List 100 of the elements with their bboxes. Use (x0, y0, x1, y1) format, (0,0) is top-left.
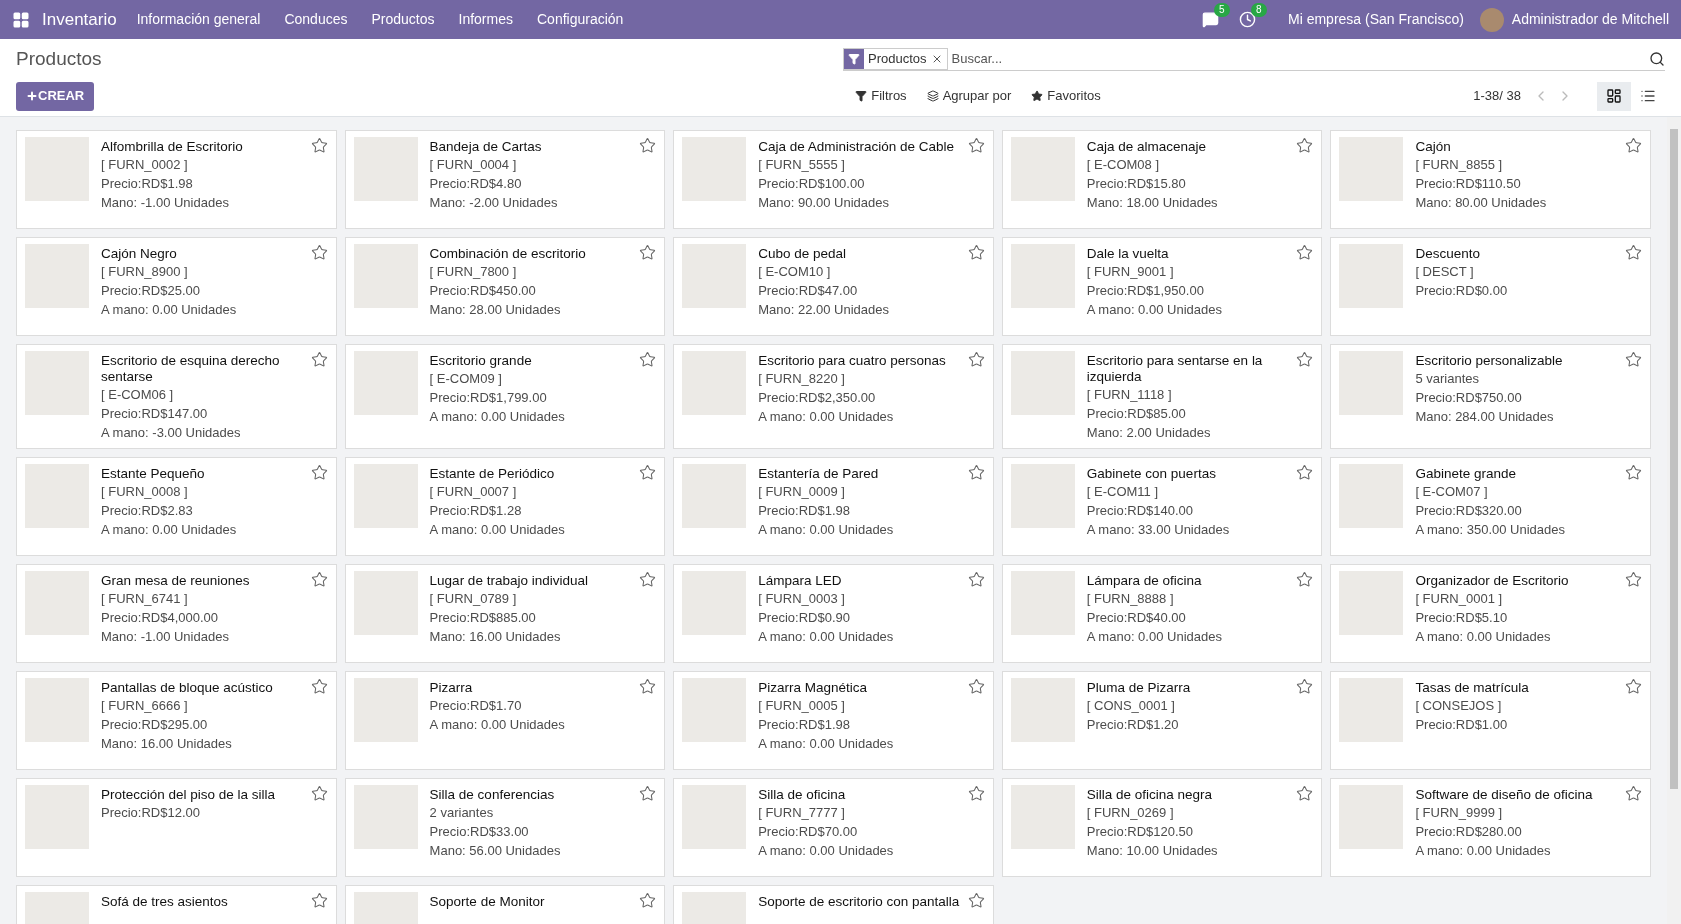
product-card[interactable]: Caja de Administración de Cable [ FURN_5555 ] Precio:RD$100.00 Mano: 90.00 Unidades (673, 130, 994, 229)
product-price: Precio:RD$2.83 (101, 502, 194, 520)
product-card[interactable]: Cubo de pedal [ E-COM10 ] Precio:RD$47.00 Mano: 22.00 Unidades (673, 237, 994, 336)
favorite-star-icon[interactable] (639, 678, 657, 695)
favorite-star-icon[interactable] (1625, 351, 1642, 368)
favorite-star-icon[interactable] (310, 244, 328, 261)
favorite-star-icon[interactable] (639, 351, 657, 368)
product-card[interactable]: Bandeja de Cartas [ FURN_0004 ] Precio:RD$4.80 Mano: -2.00 Unidades (344, 130, 666, 229)
favorite-star-icon[interactable] (1625, 244, 1642, 261)
group-by-button[interactable]: Agrupar por (926, 86, 1012, 106)
product-card[interactable]: Sofá de tres asientos (16, 885, 337, 924)
product-card[interactable]: Pantallas de bloque acústico [ FURN_6666 ] Precio:RD$295.00 Mano: 16.00 Unidades (16, 671, 337, 770)
product-card[interactable]: Estantería de Pared [ FURN_0009 ] Precio:RD$1.98 A mano: 0.00 Unidades (673, 457, 994, 556)
product-card[interactable]: Tasas de matrícula [ CONSEJOS ] Precio:RD$1.00 (1330, 671, 1651, 770)
favorite-star-icon[interactable] (967, 351, 985, 368)
scrollbar[interactable] (1667, 117, 1681, 924)
menu-item[interactable]: Información general (136, 9, 261, 30)
product-card[interactable]: Combinación de escritorio [ FURN_7800 ] Precio:RD$450.00 Mano: 28.00 Unidades (344, 237, 666, 336)
favorite-star-icon[interactable] (1296, 137, 1314, 154)
favorite-star-icon[interactable] (1296, 244, 1314, 261)
favorite-star-icon[interactable] (310, 464, 328, 481)
favorite-star-icon[interactable] (967, 571, 985, 588)
product-card[interactable]: Escritorio grande [ E-COM09 ] Precio:RD$1,799.00 A mano: 0.00 Unidades (344, 344, 666, 449)
product-card[interactable]: Pizarra Precio:RD$1.70 A mano: 0.00 Unidades (344, 671, 666, 770)
favorite-star-icon[interactable] (967, 464, 985, 481)
activity-clock-icon[interactable] (1239, 11, 1256, 28)
kanban-view-button[interactable] (1597, 81, 1631, 111)
star-icon (1031, 90, 1044, 102)
filters-button[interactable]: Filtros (855, 86, 907, 106)
product-card[interactable]: Dale la vuelta [ FURN_9001 ] Precio:RD$1,950.00 A mano: 0.00 Unidades (1001, 237, 1323, 336)
menu-item[interactable]: Informes (458, 9, 513, 30)
favorite-star-icon[interactable] (639, 892, 657, 909)
favorite-star-icon[interactable] (310, 892, 328, 909)
favorite-star-icon[interactable] (967, 678, 985, 695)
product-card[interactable]: Caja de almacenaje [ E-COM08 ] Precio:RD$15.80 Mano: 18.00 Unidades (1001, 130, 1323, 229)
product-card[interactable]: Organizador de Escritorio [ FURN_0001 ] Precio:RD$5.10 A mano: 0.00 Unidades (1330, 564, 1651, 663)
favorite-star-icon[interactable] (1625, 678, 1642, 695)
product-card[interactable]: Lugar de trabajo individual [ FURN_0789 ] Precio:RD$885.00 Mano: 16.00 Unidades (344, 564, 666, 663)
product-card[interactable]: Silla de oficina negra [ FURN_0269 ] Precio:RD$120.50 Mano: 10.00 Unidades (1001, 778, 1323, 877)
favorite-star-icon[interactable] (967, 785, 985, 802)
product-card[interactable]: Lámpara de oficina [ FURN_8888 ] Precio:RD$40.00 A mano: 0.00 Unidades (1001, 564, 1323, 663)
favorite-star-icon[interactable] (310, 137, 328, 154)
favorite-star-icon[interactable] (310, 351, 328, 368)
app-name[interactable]: Inventario (42, 6, 117, 33)
chat-icon[interactable] (1202, 11, 1219, 28)
product-card[interactable]: Alfombrilla de Escritorio [ FURN_0002 ] Precio:RD$1.98 Mano: -1.00 Unidades (16, 130, 337, 229)
product-card[interactable]: Gran mesa de reuniones [ FURN_6741 ] Precio:RD$4,000.00 Mano: -1.00 Unidades (16, 564, 337, 663)
favorite-star-icon[interactable] (1296, 571, 1314, 588)
menu-item[interactable]: Configuración (537, 9, 624, 30)
favorites-button[interactable]: Favoritos (1031, 86, 1101, 106)
product-card[interactable]: Gabinete grande [ E-COM07 ] Precio:RD$320.00 A mano: 350.00 Unidades (1330, 457, 1651, 556)
product-card[interactable]: Silla de conferencias 2 variantes Precio:RD$33.00 Mano: 56.00 Unidades (344, 778, 666, 877)
product-card[interactable]: Cajón [ FURN_8855 ] Precio:RD$110.50 Mano: 80.00 Unidades (1330, 130, 1651, 229)
favorite-star-icon[interactable] (967, 892, 985, 909)
product-price: Precio:RD$85.00 (1086, 405, 1187, 423)
search-input[interactable]: Buscar... (951, 48, 1649, 69)
product-card[interactable]: Gabinete con puertas [ E-COM11 ] Precio:RD$140.00 A mano: 33.00 Unidades (1001, 457, 1323, 556)
favorite-star-icon[interactable] (967, 244, 985, 261)
favorite-star-icon[interactable] (639, 464, 657, 481)
favorite-star-icon[interactable] (1625, 464, 1642, 481)
favorite-star-icon[interactable] (310, 785, 328, 802)
favorite-star-icon[interactable] (1296, 678, 1314, 695)
favorite-star-icon[interactable] (1625, 137, 1642, 154)
product-card[interactable]: Escritorio personalizable 5 variantes Precio:RD$750.00 Mano: 284.00 Unidades (1330, 344, 1651, 449)
product-card[interactable]: Escritorio de esquina derecho sentarse [ E-COM06 ] Precio:RD$147.00 A mano: -3.00 Unidades (16, 344, 337, 449)
menu-item[interactable]: Conduces (284, 9, 348, 30)
product-card[interactable]: Pizarra Magnética [ FURN_0005 ] Precio:RD$1.98 A mano: 0.00 Unidades (673, 671, 994, 770)
product-card[interactable]: Lámpara LED [ FURN_0003 ] Precio:RD$0.90 A mano: 0.00 Unidades (673, 564, 994, 663)
favorite-star-icon[interactable] (310, 571, 328, 588)
favorite-star-icon[interactable] (639, 785, 657, 802)
search-field[interactable]: Productos Buscar... (843, 47, 1665, 71)
product-card[interactable]: Cajón Negro [ FURN_8900 ] Precio:RD$25.00 A mano: 0.00 Unidades (16, 237, 337, 336)
favorite-star-icon[interactable] (639, 571, 657, 588)
product-card[interactable]: Estante Pequeño [ FURN_0008 ] Precio:RD$2.83 A mano: 0.00 Unidades (16, 457, 337, 556)
favorite-star-icon[interactable] (639, 244, 657, 261)
favorite-star-icon[interactable] (639, 137, 657, 154)
apps-menu-icon[interactable] (12, 10, 30, 29)
user-menu[interactable]: Administrador de Mitchell (1511, 9, 1669, 30)
product-card[interactable]: Escritorio para sentarse en la izquierda [ FURN_1118 ] Precio:RD$85.00 Mano: 2.00 Unidades (1001, 344, 1323, 449)
favorite-star-icon[interactable] (1296, 785, 1314, 802)
product-card[interactable]: Pluma de Pizarra [ CONS_0001 ] Precio:RD$1.20 (1001, 671, 1323, 770)
favorite-star-icon[interactable] (1296, 351, 1314, 368)
product-card[interactable]: Silla de oficina [ FURN_7777 ] Precio:RD$70.00 A mano: 0.00 Unidades (673, 778, 994, 877)
product-card[interactable]: Estante de Periódico [ FURN_0007 ] Precio:RD$1.28 A mano: 0.00 Unidades (344, 457, 666, 556)
menu-item[interactable]: Productos (371, 9, 435, 30)
favorite-star-icon[interactable] (1625, 571, 1642, 588)
favorite-star-icon[interactable] (1625, 785, 1642, 802)
favorite-star-icon[interactable] (967, 137, 985, 154)
create-button[interactable]: CREAR (16, 81, 95, 111)
product-card[interactable]: Escritorio para cuatro personas [ FURN_8220 ] Precio:RD$2,350.00 A mano: 0.00 Unidades (673, 344, 994, 449)
product-card[interactable]: Software de diseño de oficina [ FURN_9999 ] Precio:RD$280.00 A mano: 0.00 Unidades (1330, 778, 1651, 877)
favorite-star-icon[interactable] (1296, 464, 1314, 481)
product-card[interactable]: Protección del piso de la silla Precio:RD$12.00 (16, 778, 337, 877)
filter-facet[interactable]: Productos (843, 47, 948, 70)
product-card[interactable]: Soporte de escritorio con pantalla (673, 885, 994, 924)
favorite-star-icon[interactable] (310, 678, 328, 695)
product-card[interactable]: Descuento [ DESCT ] Precio:RD$0.00 (1330, 237, 1651, 336)
search-icon[interactable] (1649, 50, 1665, 67)
product-card[interactable]: Soporte de Monitor (344, 885, 666, 924)
company-switcher[interactable]: Mi empresa (San Francisco) (1288, 9, 1464, 30)
